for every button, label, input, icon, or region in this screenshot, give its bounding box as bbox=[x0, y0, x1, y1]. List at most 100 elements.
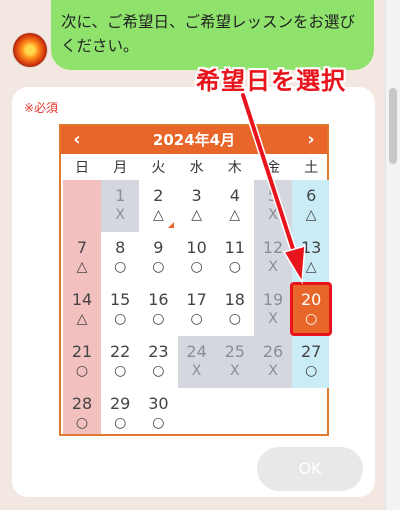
day-number: 16 bbox=[148, 290, 169, 309]
calendar-day-21[interactable]: 21 ○ bbox=[63, 336, 101, 388]
weekday-label: 水 bbox=[189, 160, 204, 176]
ok-button[interactable]: OK bbox=[257, 447, 363, 491]
day-number: 15 bbox=[110, 290, 131, 309]
day-number: 12 bbox=[262, 238, 284, 257]
next-month-button[interactable]: › bbox=[297, 126, 325, 154]
weekday-label: 日 bbox=[75, 160, 89, 176]
day-number: 26 bbox=[262, 342, 284, 361]
calendar-day-27[interactable]: 27 ○ bbox=[292, 336, 330, 388]
availability-mark: ○ bbox=[228, 311, 241, 327]
calendar-day-16[interactable]: 16 ○ bbox=[139, 284, 177, 336]
day-number: 14 bbox=[71, 290, 93, 309]
availability-mark: △ bbox=[76, 311, 88, 327]
day-number: 23 bbox=[148, 342, 169, 361]
weekday-label: 月 bbox=[113, 160, 128, 176]
calendar-header: ‹ 2024年4月 › bbox=[61, 126, 327, 154]
availability-mark: X bbox=[268, 363, 278, 379]
day-number: 4 bbox=[229, 186, 240, 205]
calendar-day-3[interactable]: 3 △ bbox=[178, 180, 216, 232]
day-number: 25 bbox=[224, 342, 245, 361]
day-number: 2 bbox=[153, 186, 164, 205]
day-number: 5 bbox=[267, 186, 279, 205]
availability-mark: △ bbox=[305, 259, 317, 275]
calendar-day-19: 19 X bbox=[254, 284, 292, 336]
calendar-day-14[interactable]: 14 △ bbox=[63, 284, 101, 336]
day-number: 13 bbox=[301, 238, 322, 257]
calendar-day-2[interactable]: 2 △ bbox=[139, 180, 177, 232]
availability-mark: ○ bbox=[114, 259, 127, 275]
day-number: 30 bbox=[148, 394, 169, 413]
calendar-day-4[interactable]: 4 △ bbox=[216, 180, 254, 232]
day-number: 22 bbox=[110, 342, 131, 361]
availability-mark: X bbox=[230, 363, 240, 379]
calendar-day-10[interactable]: 10 ○ bbox=[178, 232, 216, 284]
bot-avatar bbox=[13, 33, 47, 67]
availability-mark: ○ bbox=[228, 259, 241, 275]
availability-mark: ○ bbox=[152, 363, 165, 379]
calendar-day-26: 26 X bbox=[254, 336, 292, 388]
availability-mark: △ bbox=[229, 207, 241, 223]
day-number: 1 bbox=[115, 186, 126, 205]
calendar-day-13[interactable]: 13 △ bbox=[292, 232, 330, 284]
calendar-day-9[interactable]: 9 ○ bbox=[139, 232, 177, 284]
corner-flag-icon bbox=[168, 222, 175, 228]
calendar-day-20[interactable]: 20 ○ bbox=[292, 284, 330, 336]
weekday-label: 土 bbox=[304, 160, 319, 176]
calendar-day-17[interactable]: 17 ○ bbox=[178, 284, 216, 336]
day-number: 24 bbox=[186, 342, 207, 361]
calendar-day-22[interactable]: 22 ○ bbox=[101, 336, 139, 388]
availability-mark: ○ bbox=[305, 311, 318, 327]
calendar-day-11[interactable]: 11 ○ bbox=[216, 232, 254, 284]
availability-mark: ○ bbox=[152, 259, 165, 275]
calendar-day-12: 12 X bbox=[254, 232, 292, 284]
availability-mark: ○ bbox=[305, 363, 318, 379]
calendar-day-15[interactable]: 15 ○ bbox=[101, 284, 139, 336]
day-number: 29 bbox=[110, 394, 131, 413]
availability-mark: ○ bbox=[75, 363, 89, 379]
day-number: 8 bbox=[115, 238, 126, 257]
calendar-day-29[interactable]: 29 ○ bbox=[101, 388, 139, 440]
availability-mark: ○ bbox=[190, 259, 203, 275]
day-number: 21 bbox=[71, 342, 93, 361]
day-number: 27 bbox=[301, 342, 322, 361]
day-number: 6 bbox=[306, 186, 317, 205]
scrollbar-thumb[interactable] bbox=[389, 88, 397, 164]
availability-mark: X bbox=[268, 259, 278, 275]
availability-mark: ○ bbox=[152, 311, 165, 327]
calendar-day-23[interactable]: 23 ○ bbox=[139, 336, 177, 388]
day-number: 19 bbox=[262, 290, 284, 309]
availability-mark: X bbox=[115, 207, 125, 223]
availability-mark: ○ bbox=[114, 363, 127, 379]
availability-mark: ○ bbox=[190, 311, 203, 327]
required-label: ※必須 bbox=[24, 101, 59, 115]
day-number: 17 bbox=[186, 290, 207, 309]
calendar-day-28[interactable]: 28 ○ bbox=[63, 388, 101, 440]
calendar-day-25: 25 X bbox=[216, 336, 254, 388]
weekday-label: 火 bbox=[151, 160, 166, 176]
scrollbar[interactable] bbox=[385, 0, 400, 510]
calendar-month-title: 2024年4月 bbox=[152, 131, 236, 149]
availability-mark: ○ bbox=[114, 415, 127, 431]
calendar-day-7[interactable]: 7 △ bbox=[63, 232, 101, 284]
availability-mark: ○ bbox=[114, 311, 127, 327]
calendar-day-18[interactable]: 18 ○ bbox=[216, 284, 254, 336]
day-number: 10 bbox=[186, 238, 207, 257]
day-number: 18 bbox=[224, 290, 245, 309]
availability-mark: ○ bbox=[152, 415, 165, 431]
calendar-day-30[interactable]: 30 ○ bbox=[139, 388, 177, 440]
availability-mark: ○ bbox=[75, 415, 89, 431]
day-number: 9 bbox=[153, 238, 164, 257]
day-number: 3 bbox=[191, 186, 202, 205]
calendar-day-6[interactable]: 6 △ bbox=[292, 180, 330, 232]
calendar-day-8[interactable]: 8 ○ bbox=[101, 232, 139, 284]
weekday-label: 金 bbox=[266, 160, 280, 176]
availability-mark: △ bbox=[191, 207, 202, 223]
availability-mark: X bbox=[268, 311, 278, 327]
day-number: 28 bbox=[71, 394, 93, 413]
day-number: 11 bbox=[224, 238, 245, 257]
message-bubble: 次に、ご希望日、ご希望レッスンをお選びください。 bbox=[51, 0, 374, 70]
calendar-day-24: 24 X bbox=[178, 336, 216, 388]
day-number: 7 bbox=[76, 238, 88, 257]
calendar: ‹ 2024年4月 › 日月火水木金土 1 X 2 △ 3 △ 4 △ 5 X 6 △ 7 △ 8 ○ 9 ○ 10… bbox=[59, 124, 333, 436]
calendar-day-1: 1X bbox=[101, 180, 139, 232]
